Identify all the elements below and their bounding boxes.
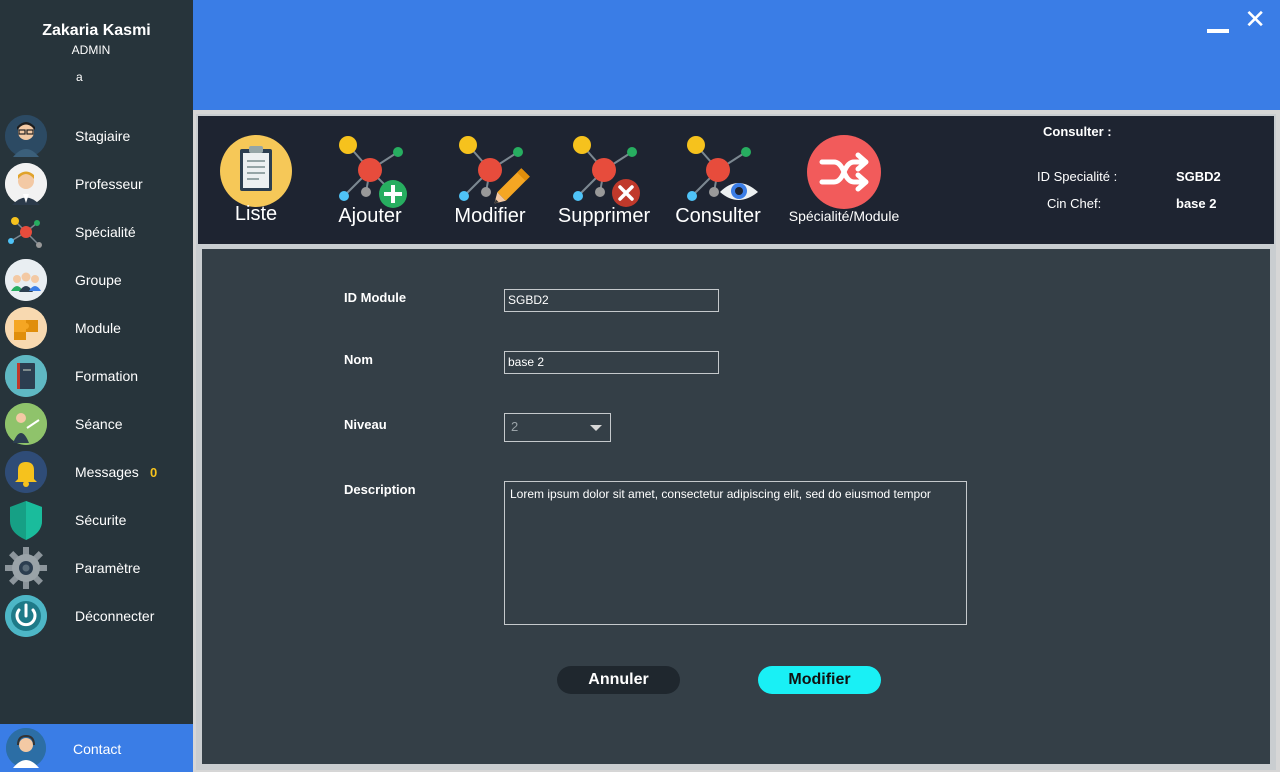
description-textarea[interactable]: Lorem ipsum dolor sit amet, consectetur … [504, 481, 967, 625]
specialite-module-button[interactable]: Spécialité/Module [776, 128, 912, 238]
nom-label: Nom [344, 352, 373, 367]
cin-chef-value: base 2 [1176, 196, 1217, 211]
sidebar-item-label: Contact [73, 741, 122, 757]
niveau-selected-value: 2 [511, 419, 519, 434]
modifier-button[interactable]: Modifier [440, 128, 540, 238]
nom-field[interactable]: base 2 [504, 351, 719, 374]
minimize-icon[interactable] [1207, 14, 1229, 36]
id-specialite-value: SGBD2 [1176, 169, 1221, 184]
sidebar-item-module[interactable]: Module [0, 304, 193, 352]
supprimer-label: Supprimer [557, 205, 651, 227]
professor-avatar-icon [5, 163, 47, 205]
liste-label: Liste [234, 203, 278, 225]
gear-icon [5, 547, 47, 589]
sidebar-item-label: Spécialité [75, 224, 136, 240]
sidebar-item-groupe[interactable]: Groupe [0, 256, 193, 304]
close-icon[interactable]: ✕ [1244, 6, 1266, 32]
puzzle-icon [5, 307, 47, 349]
niveau-select[interactable]: 2 [504, 413, 611, 442]
module-form: ID Module SGBD2 Nom base 2 Niveau 2 Desc… [202, 249, 1270, 764]
sidebar-item-label: Sécurite [75, 512, 127, 528]
sidebar-menu: Stagiaire Professeur Spécialité Groupe M… [0, 112, 193, 640]
cin-chef-label: Cin Chef: [1047, 196, 1102, 211]
sidebar-item-deconnecter[interactable]: Déconnecter [0, 592, 193, 640]
molecule-edit-icon [459, 136, 530, 204]
student-avatar-icon [5, 115, 47, 157]
consulter-button[interactable]: Consulter [668, 128, 768, 238]
modifier-label: Modifier [454, 205, 526, 227]
app-window: Zakaria Kasmi ADMIN a Stagiaire Professe… [0, 0, 1280, 772]
specialite-module-label: Spécialité/Module [788, 208, 900, 224]
sidebar-item-contact[interactable]: Contact [0, 724, 193, 772]
user-extra-text: a [76, 70, 83, 84]
sidebar-item-specialite[interactable]: Spécialité [0, 208, 193, 256]
id-specialite-label: ID Specialité : [1037, 169, 1118, 184]
ajouter-button[interactable]: Ajouter [320, 128, 420, 238]
user-name: Zakaria Kasmi [42, 22, 151, 39]
sidebar-item-label: Paramètre [75, 560, 141, 576]
sidebar-item-messages[interactable]: Messages 0 [0, 448, 193, 496]
sidebar-item-formation[interactable]: Formation [0, 352, 193, 400]
bell-icon [5, 451, 47, 493]
molecule-delete-icon [573, 136, 640, 207]
sidebar-item-label: Professeur [75, 176, 143, 192]
sidebar: Zakaria Kasmi ADMIN a Stagiaire Professe… [0, 0, 193, 772]
power-icon [5, 595, 47, 637]
sidebar-item-securite[interactable]: Sécurite [0, 496, 193, 544]
consulter-label: Consulter [675, 205, 761, 227]
main-frame: Liste Ajouter Modifier Supprimer Consult… [196, 114, 1276, 770]
shield-icon [5, 499, 47, 541]
sidebar-item-label: Séance [75, 416, 123, 432]
clipboard-list-icon [220, 135, 292, 207]
book-icon [5, 355, 47, 397]
sidebar-item-label: Module [75, 320, 121, 336]
id-module-field[interactable]: SGBD2 [504, 289, 719, 312]
sidebar-item-label: Stagiaire [75, 128, 131, 144]
action-toolbar: Liste Ajouter Modifier Supprimer Consult… [198, 116, 1274, 244]
ajouter-label: Ajouter [338, 205, 402, 227]
chevron-down-icon [590, 425, 602, 431]
id-module-label: ID Module [344, 290, 407, 305]
molecule-icon [5, 211, 47, 253]
teacher-board-icon [5, 403, 47, 445]
consult-panel-title: Consulter : [1043, 124, 1112, 139]
support-agent-icon [6, 728, 46, 768]
messages-count-badge: 0 [150, 464, 158, 480]
sidebar-item-stagiaire[interactable]: Stagiaire [0, 112, 193, 160]
liste-button[interactable]: Liste [216, 128, 296, 238]
molecule-view-icon [687, 136, 758, 201]
sidebar-item-label: Messages [75, 464, 139, 480]
supprimer-button[interactable]: Supprimer [552, 128, 656, 238]
title-bar: ✕ [193, 0, 1280, 110]
cancel-button[interactable]: Annuler [557, 666, 680, 694]
molecule-add-icon [339, 136, 407, 208]
shuffle-icon [807, 135, 881, 209]
niveau-label: Niveau [344, 417, 387, 432]
modify-button[interactable]: Modifier [758, 666, 881, 694]
sidebar-item-label: Groupe [75, 272, 122, 288]
user-role: ADMIN [71, 43, 111, 57]
group-people-icon [5, 259, 47, 301]
sidebar-item-parametre[interactable]: Paramètre [0, 544, 193, 592]
sidebar-item-label: Déconnecter [75, 608, 155, 624]
sidebar-item-label: Formation [75, 368, 139, 384]
sidebar-item-seance[interactable]: Séance [0, 400, 193, 448]
description-label: Description [344, 482, 416, 497]
sidebar-item-professeur[interactable]: Professeur [0, 160, 193, 208]
